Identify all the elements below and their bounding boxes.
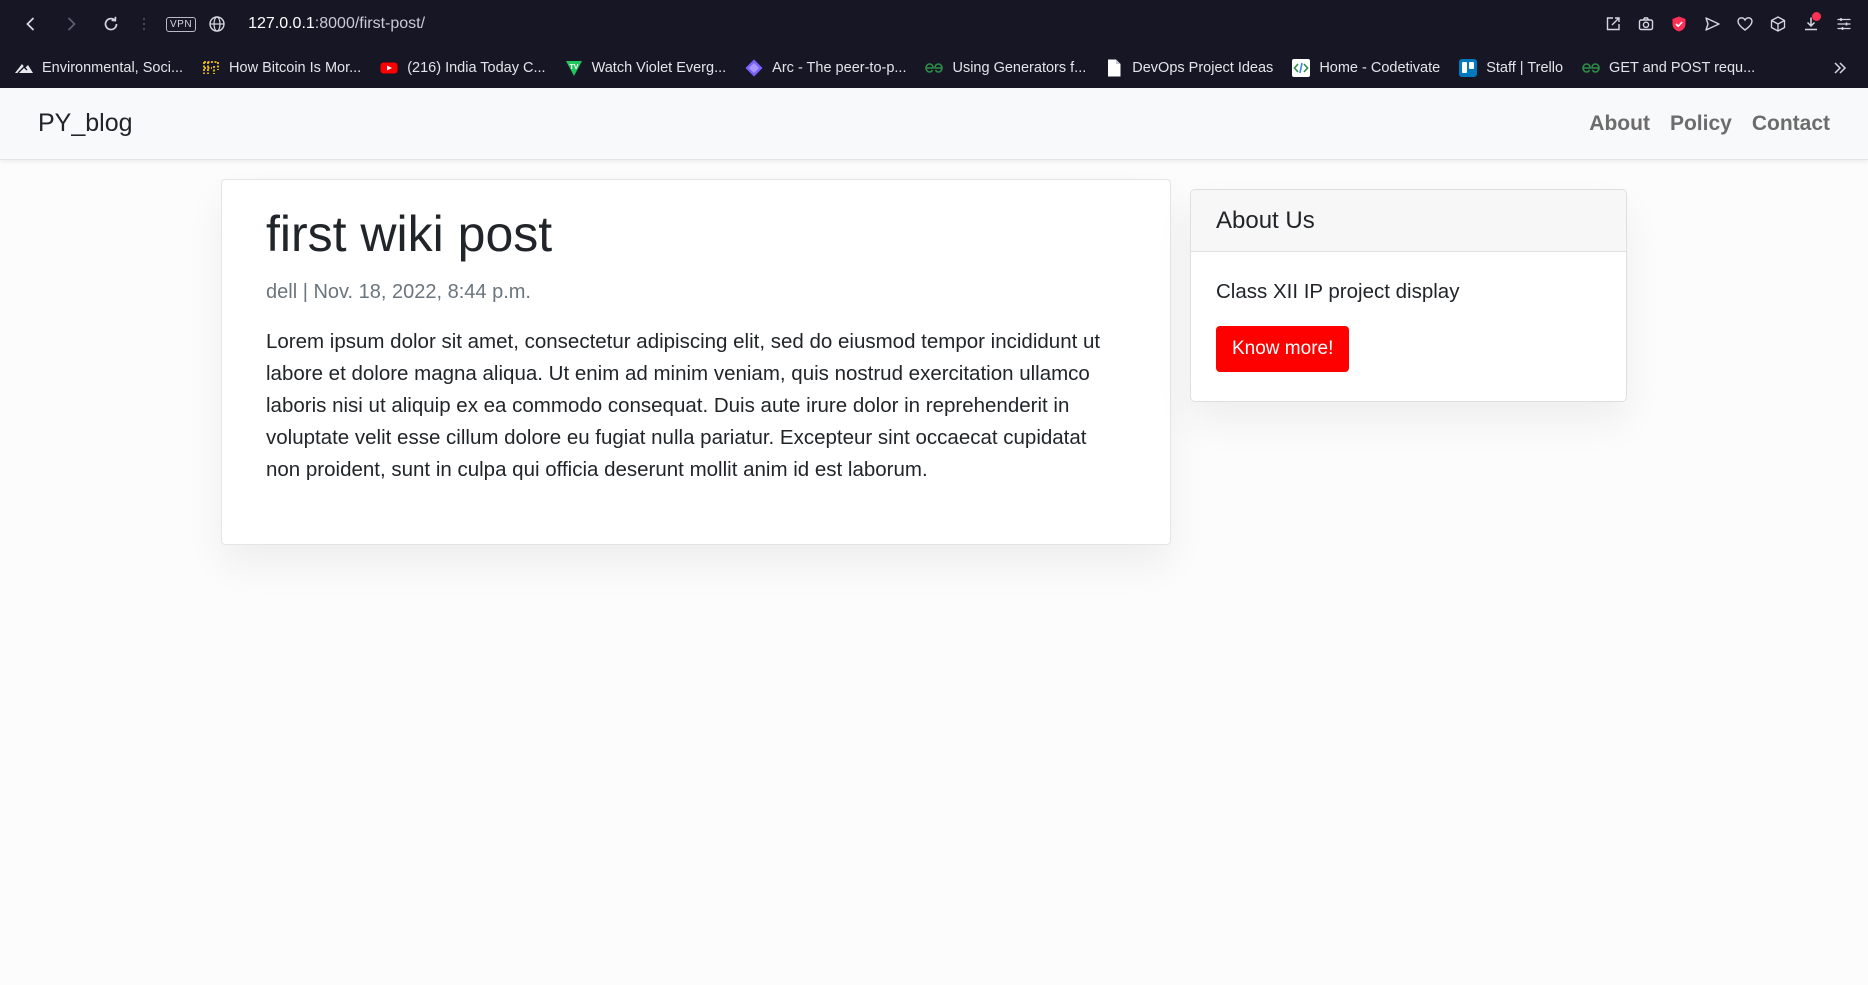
address-bar[interactable]: 127.0.0.1:8000/first-post/ [248,15,425,33]
bookmark-label: (216) India Today C... [407,60,546,76]
about-us-text: Class XII IP project display [1216,280,1460,303]
bookmark-label: Environmental, Soci... [42,60,184,76]
downloads-button[interactable] [1794,7,1827,41]
nav-link-policy[interactable]: Policy [1670,112,1732,136]
arc-diamond-icon [744,58,764,78]
browser-toolbar: VPN 127.0.0.1:8000/first-post/ [0,0,1868,48]
site-navbar: PY_blog About Policy Contact [0,88,1868,160]
globe-icon[interactable] [208,15,226,33]
bookmark-label: DevOps Project Ideas [1132,60,1274,76]
document-icon [1104,58,1124,78]
about-us-body: Class XII IP project display Know more! [1191,252,1626,400]
nav-links: About Policy Contact [1589,88,1830,160]
post-card: first wiki post dell | Nov. 18, 2022, 8:… [221,179,1171,545]
geeksforgeeks-icon [924,58,944,78]
bookmark-label: Staff | Trello [1486,60,1564,76]
cube-icon [1770,16,1785,32]
bookmark-item[interactable]: DevOps Project Ideas [1104,58,1273,78]
know-more-button[interactable]: Know more! [1216,326,1350,372]
post-meta: dell | Nov. 18, 2022, 8:44 p.m. [266,280,531,303]
url-path: :8000/first-post/ [314,15,426,32]
snapshot-button[interactable] [1629,7,1662,41]
about-us-card: About Us Class XII IP project display Kn… [1190,189,1627,402]
send-arrow-icon [1704,17,1720,31]
bookmark-item[interactable]: Using Generators f... [924,58,1086,78]
forward-button[interactable] [54,7,88,41]
youtube-icon [379,58,399,78]
share-edit-icon [1606,17,1620,31]
send-button[interactable] [1695,7,1728,41]
bookmark-item[interactable]: GET and POST requ... [1581,58,1755,78]
bookmark-item[interactable]: How Bitcoin Is Mor... [201,58,361,78]
reload-icon [104,16,118,31]
bookmark-label: Arc - The peer-to-p... [772,60,907,76]
bookmark-label: GET and POST requ... [1609,60,1756,76]
tv-shield-icon: TV [564,58,584,78]
vpn-badge[interactable]: VPN [166,16,197,32]
site-brand-link[interactable]: PY_blog [38,109,133,138]
bookmark-item[interactable]: (216) India Today C... [379,58,546,78]
bookmarks-bar: Environmental, Soci... How Bitcoin Is Mo… [0,48,1868,88]
shield-check-icon [1672,16,1685,32]
post-title: first wiki post [266,206,553,262]
adblock-button[interactable] [1662,7,1695,41]
sliders-icon [1837,18,1850,30]
toolbar-separator [140,14,148,34]
browser-chrome: VPN 127.0.0.1:8000/first-post/ Environme… [0,0,1868,88]
camera-icon [1638,17,1653,31]
forward-arrow-icon [67,17,76,31]
bookmark-item[interactable]: TV Watch Violet Everg... [564,58,727,78]
nav-link-about[interactable]: About [1589,112,1650,136]
nav-link-contact[interactable]: Contact [1752,112,1830,136]
easy-setup-button[interactable] [1827,7,1860,41]
bookmark-item[interactable]: Environmental, Soci... [14,58,183,78]
geeksforgeeks-icon [1581,58,1601,78]
post-body: Lorem ipsum dolor sit amet, consectetur … [266,329,1101,481]
trello-icon [1458,58,1478,78]
bookmark-item[interactable]: Arc - The peer-to-p... [744,58,906,78]
bookmark-label: Home - Codetivate [1319,60,1441,76]
bookmark-item[interactable]: Home - Codetivate [1291,58,1440,78]
bookmark-label: How Bitcoin Is Mor... [229,60,362,76]
more-bookmarks-chevron-icon[interactable] [1830,58,1850,78]
mountain-logo-icon [14,58,34,78]
code-icon [1291,58,1311,78]
bookmark-label: Watch Violet Everg... [591,60,727,76]
back-button[interactable] [14,7,48,41]
download-notification-dot [1812,12,1821,21]
toolbar-right-icons [1596,0,1860,48]
bookmark-label: Using Generators f... [952,60,1087,76]
heart-icon [1736,17,1753,31]
share-button[interactable] [1596,7,1629,41]
about-us-header: About Us [1191,190,1626,252]
reload-button[interactable] [94,7,128,41]
back-arrow-icon [26,17,35,31]
extensions-button[interactable] [1761,7,1794,41]
bookmark-item[interactable]: Staff | Trello [1458,58,1563,78]
url-host: 127.0.0.1 [248,15,315,32]
bitcoin-grid-icon [201,58,221,78]
svg-text:TV: TV [569,64,578,71]
my-flow-button[interactable] [1728,7,1761,41]
